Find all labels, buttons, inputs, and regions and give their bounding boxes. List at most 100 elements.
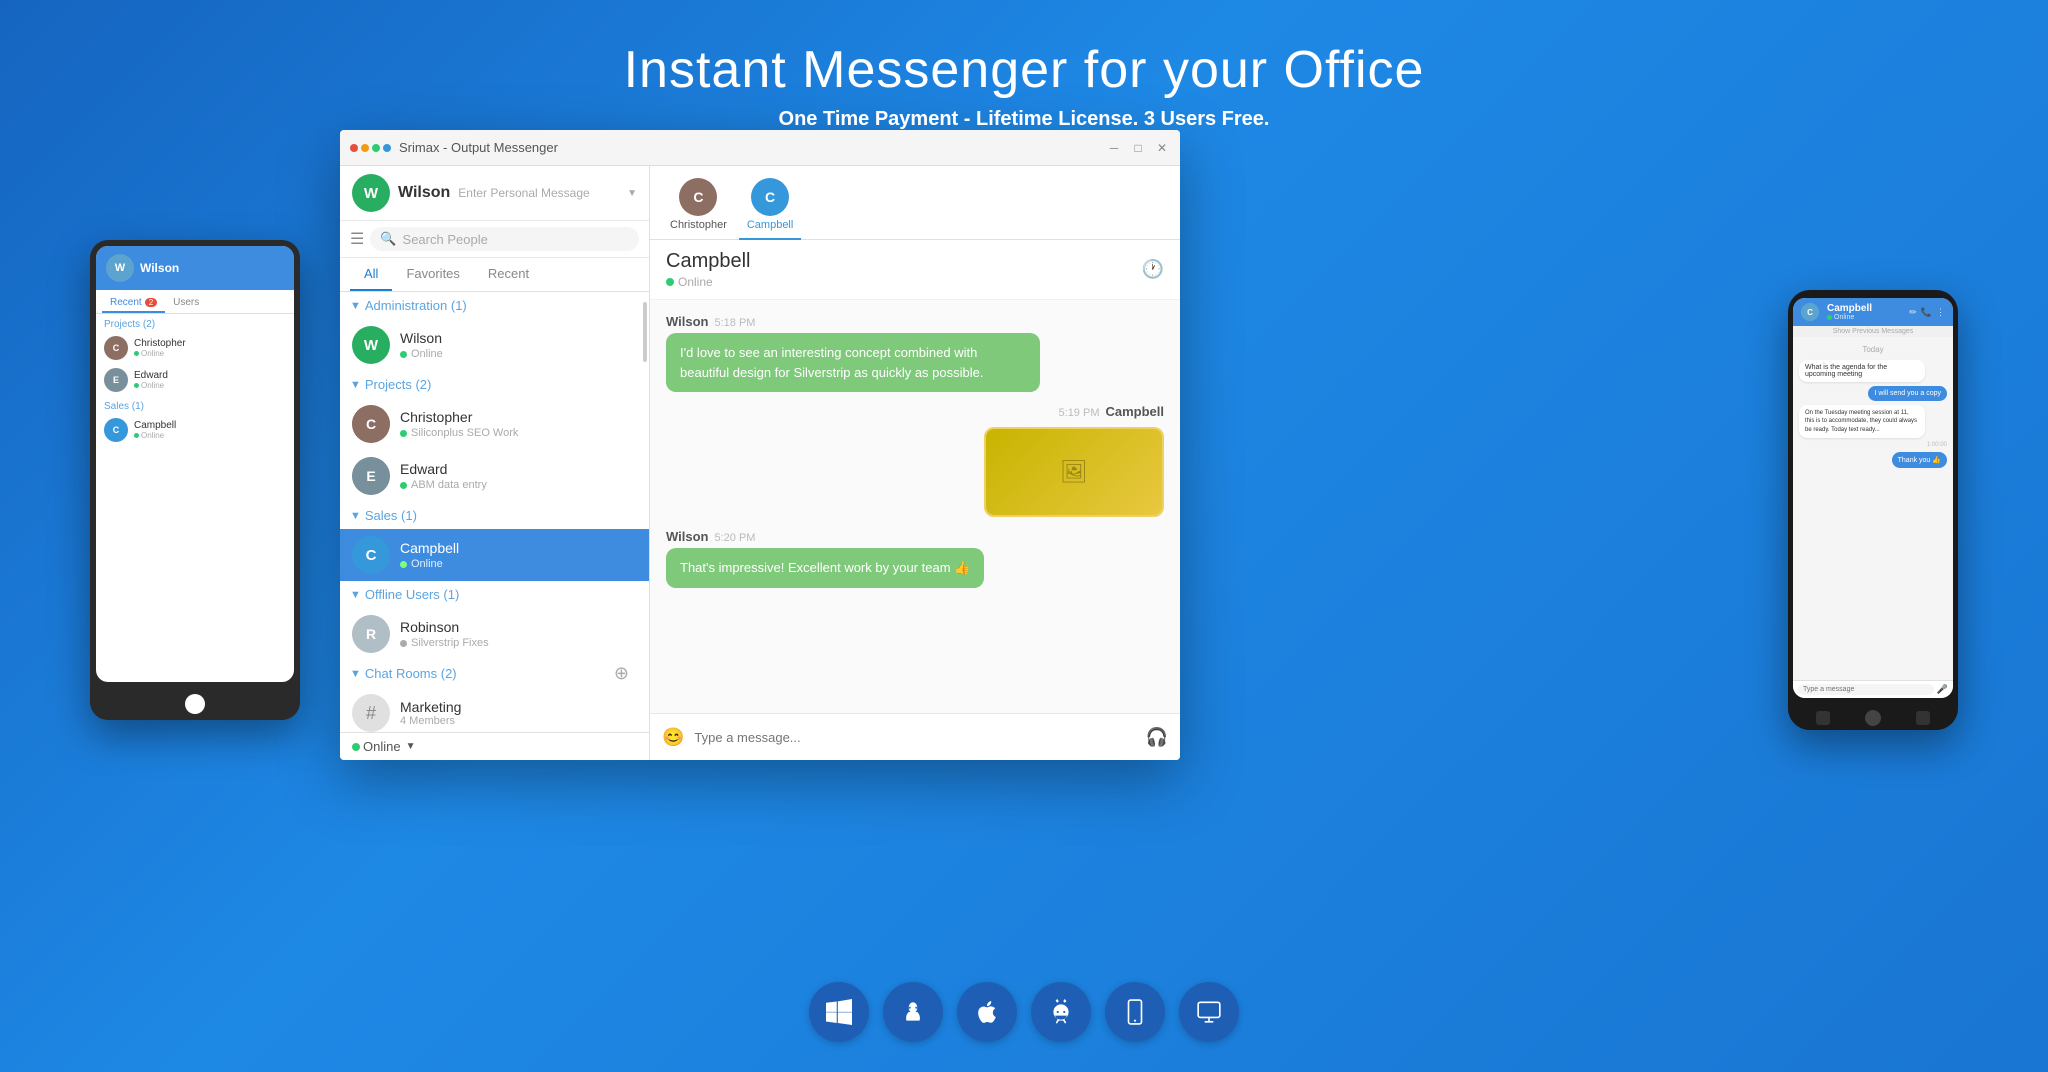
- chat-header: Campbell Online 🕐: [650, 240, 1180, 300]
- tablet-avatar: W: [106, 254, 134, 282]
- group-chatrooms[interactable]: ▼ Chat Rooms (2): [340, 660, 649, 687]
- search-box[interactable]: 🔍 Search People: [370, 227, 639, 251]
- contact-wilson[interactable]: W Wilson Online: [340, 319, 649, 371]
- tab-favorites[interactable]: Favorites: [392, 258, 473, 291]
- chat-input-bar: 😊 🎧: [650, 713, 1180, 760]
- tablet-username: Wilson: [140, 261, 179, 275]
- logo-dot-green: [372, 144, 380, 152]
- maximize-button[interactable]: □: [1130, 140, 1146, 156]
- msg-bubble-3: That's impressive! Excellent work by you…: [666, 548, 984, 588]
- menu-icon[interactable]: ☰: [350, 229, 364, 249]
- status-dot-wilson: [400, 351, 407, 358]
- phone-screen: C Campbell Online ✏ 📞 ⋮ Show Previous Me…: [1793, 298, 1953, 698]
- contact-christopher[interactable]: C Christopher Siliconplus SEO Work: [340, 398, 649, 450]
- contact-name-edward: Edward: [400, 461, 637, 477]
- phone-home-button[interactable]: [1865, 710, 1881, 726]
- sidebar-toolbar: ☰ 🔍 Search People: [340, 221, 649, 258]
- app-content: W Wilson Enter Personal Message ▼ ☰ 🔍 Se…: [340, 166, 1180, 760]
- sidebar-user-header: W Wilson Enter Personal Message ▼: [340, 166, 649, 221]
- avatar-edward: E: [352, 457, 390, 495]
- logo-dot-yellow: [361, 144, 369, 152]
- platform-icon-android[interactable]: [1031, 982, 1091, 1042]
- chat-tab-christopher[interactable]: C Christopher: [662, 174, 735, 239]
- phone-nav-bar: [1788, 706, 1958, 730]
- phone-msg-4: Thank you 👍: [1892, 452, 1947, 468]
- contact-edward[interactable]: E Edward ABM data entry: [340, 450, 649, 502]
- platform-icon-linux[interactable]: [883, 982, 943, 1042]
- msg-sender-row-2: 5:19 PM Campbell: [666, 404, 1164, 419]
- phone-mic-icon[interactable]: 🎤: [1937, 684, 1948, 695]
- chat-status-text: Online: [678, 275, 713, 289]
- tablet-contact-christopher[interactable]: C Christopher Online: [96, 332, 294, 364]
- chat-messages: Wilson 5:18 PM I'd love to see an intere…: [650, 300, 1180, 713]
- tablet-tabs: Recent 2 Users: [96, 290, 294, 314]
- tablet-tab-users[interactable]: Users: [165, 294, 207, 313]
- group-name-sales: Sales (1): [365, 508, 417, 523]
- chat-history-icon[interactable]: 🕐: [1142, 259, 1164, 280]
- emoji-icon[interactable]: 😊: [662, 727, 684, 748]
- group-projects[interactable]: ▼ Projects (2): [340, 371, 649, 398]
- chat-panel: C Christopher C Campbell Campbell: [650, 166, 1180, 760]
- tablet-contact-edward[interactable]: E Edward Online: [96, 364, 294, 396]
- status-arrow-icon: ▼: [627, 188, 637, 199]
- platform-icons-bar: [0, 982, 2048, 1042]
- app-logo: [350, 144, 391, 152]
- chat-tabs-bar: C Christopher C Campbell: [650, 166, 1180, 240]
- phone-call-icon: 📞: [1921, 307, 1932, 318]
- add-room-button[interactable]: ⊕: [614, 663, 639, 684]
- group-arrow-icon: ▼: [350, 300, 361, 312]
- phone-header-icons: ✏ 📞 ⋮: [1909, 307, 1945, 318]
- message-3: Wilson 5:20 PM That's impressive! Excell…: [666, 529, 1164, 588]
- tablet-home-button[interactable]: [185, 694, 205, 714]
- tablet-header: W Wilson: [96, 246, 294, 290]
- group-sales[interactable]: ▼ Sales (1): [340, 502, 649, 529]
- contact-status-row-christopher: Siliconplus SEO Work: [400, 427, 637, 439]
- search-icon: 🔍: [380, 231, 396, 247]
- platform-icon-desktop[interactable]: [1179, 982, 1239, 1042]
- footer-status-label: Online: [363, 739, 401, 754]
- msg-time-3: 5:20 PM: [715, 532, 756, 544]
- avatar-christopher: C: [352, 405, 390, 443]
- minimize-button[interactable]: ─: [1106, 140, 1122, 156]
- tablet-contact-name-campbell: Campbell: [134, 420, 176, 431]
- headset-icon[interactable]: 🎧: [1146, 727, 1168, 748]
- tab-all[interactable]: All: [350, 258, 392, 291]
- phone-edit-icon: ✏: [1909, 307, 1917, 318]
- tablet-contact-status-edward: Online: [134, 381, 168, 390]
- chat-tab-avatar-christopher: C: [679, 178, 717, 216]
- phone-back-button[interactable]: [1816, 711, 1830, 725]
- tablet-contact-campbell[interactable]: C Campbell Online: [96, 414, 294, 446]
- title-bar: Srimax - Output Messenger ─ □ ✕: [340, 130, 1180, 166]
- phone-recent-button[interactable]: [1916, 711, 1930, 725]
- platform-icon-windows[interactable]: [809, 982, 869, 1042]
- group-offline[interactable]: ▼ Offline Users (1): [340, 581, 649, 608]
- chat-tab-label-christopher: Christopher: [670, 219, 727, 231]
- msg-sender-3: Wilson: [666, 529, 709, 544]
- hero-header: Instant Messenger for your Office One Ti…: [0, 40, 2048, 131]
- close-button[interactable]: ✕: [1154, 140, 1170, 156]
- platform-icon-apple[interactable]: [957, 982, 1017, 1042]
- msg-sender-1: Wilson: [666, 314, 709, 329]
- contact-robinson[interactable]: R Robinson Silverstrip Fixes: [340, 608, 649, 660]
- chat-tab-campbell[interactable]: C Campbell: [739, 174, 801, 239]
- sidebar: W Wilson Enter Personal Message ▼ ☰ 🔍 Se…: [340, 166, 650, 760]
- status-button[interactable]: Online ▼: [352, 739, 415, 754]
- contact-info-robinson: Robinson Silverstrip Fixes: [400, 619, 637, 649]
- contact-status-text-edward: ABM data entry: [411, 479, 487, 491]
- tab-recent[interactable]: Recent: [474, 258, 543, 291]
- phone-message-input[interactable]: [1798, 684, 1934, 695]
- chatroom-info-marketing: Marketing 4 Members: [400, 699, 637, 727]
- group-arrow-icon-chatrooms: ▼: [350, 668, 361, 680]
- platform-icon-ios[interactable]: [1105, 982, 1165, 1042]
- personal-message-field[interactable]: Enter Personal Message: [458, 186, 619, 200]
- contacts-list: ▼ Administration (1) W Wilson Online: [340, 292, 649, 732]
- message-1: Wilson 5:18 PM I'd love to see an intere…: [666, 314, 1164, 392]
- contact-campbell[interactable]: C Campbell Online: [340, 529, 649, 581]
- tablet-tab-recent[interactable]: Recent 2: [102, 294, 165, 313]
- message-2: 5:19 PM Campbell 🖼: [666, 404, 1164, 517]
- group-administration[interactable]: ▼ Administration (1): [340, 292, 649, 319]
- message-input[interactable]: [694, 722, 1135, 752]
- contact-info-campbell: Campbell Online: [400, 540, 637, 570]
- chatroom-marketing[interactable]: # Marketing 4 Members: [340, 687, 649, 732]
- phone-msg-1: What is the agenda for the upcoming meet…: [1799, 360, 1925, 382]
